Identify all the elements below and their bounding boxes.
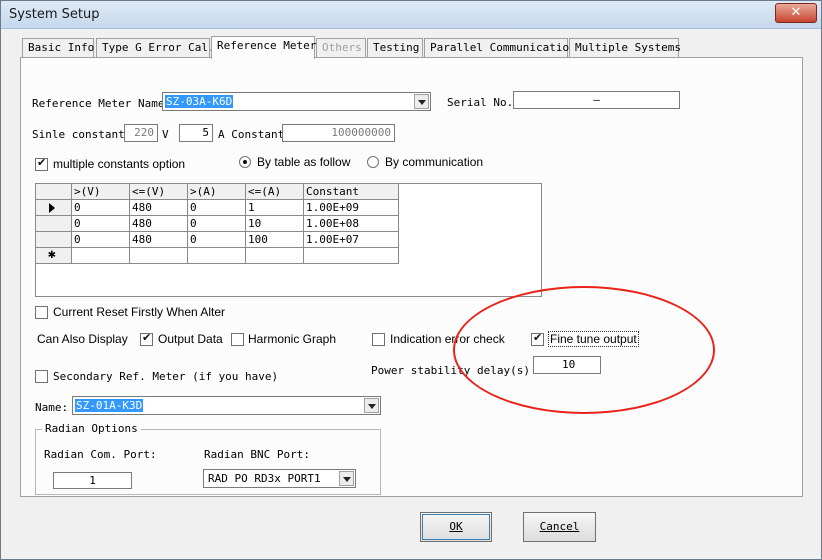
red-annotation-ellipse bbox=[453, 286, 715, 414]
cancel-button-label: Cancel bbox=[539, 520, 580, 533]
table-cell[interactable]: 1 bbox=[246, 200, 304, 216]
tab-type-g-error-cal[interactable]: Type G Error Cal. bbox=[96, 38, 215, 58]
ok-button[interactable]: OK bbox=[420, 512, 492, 542]
table-cell[interactable]: 1.00E+07 bbox=[304, 232, 399, 248]
table-cell[interactable]: 0 bbox=[188, 200, 246, 216]
radian-com-port-label: Radian Com. Port: bbox=[44, 448, 157, 461]
table-cell[interactable]: 0 bbox=[72, 216, 130, 232]
voltage-field[interactable]: 220 bbox=[124, 124, 158, 142]
column-header[interactable]: Constant bbox=[304, 184, 399, 200]
reference-meter-panel: Reference Meter Name SZ-03A-K6D Serial N… bbox=[20, 57, 803, 497]
table-cell[interactable]: 480 bbox=[130, 216, 188, 232]
multiple-constants-checkbox[interactable] bbox=[35, 156, 48, 171]
table-cell[interactable]: 0 bbox=[188, 232, 246, 248]
column-header[interactable]: <=(A) bbox=[246, 184, 304, 200]
close-button[interactable]: ✕ bbox=[775, 3, 817, 23]
a-constant-label: A Constant bbox=[218, 128, 285, 141]
cancel-button[interactable]: Cancel bbox=[523, 512, 596, 542]
radian-bnc-port-select[interactable]: RAD PO RD3x PORT1 bbox=[203, 469, 356, 488]
serial-no-field[interactable]: — bbox=[513, 91, 680, 109]
ref-meter-name-value: SZ-03A-K6D bbox=[165, 95, 234, 108]
secondary-ref-meter-label: Secondary Ref. Meter (if you have) bbox=[53, 370, 279, 383]
chevron-down-icon[interactable] bbox=[339, 471, 354, 486]
table-corner bbox=[36, 184, 72, 200]
current-field[interactable]: 5 bbox=[179, 124, 213, 142]
output-data-checkbox[interactable] bbox=[140, 331, 153, 346]
can-also-display-label: Can Also Display bbox=[37, 332, 128, 346]
row-pointer-icon bbox=[49, 203, 55, 213]
row-selector[interactable] bbox=[36, 216, 72, 232]
new-row-selector[interactable]: ✱ bbox=[36, 248, 72, 264]
chevron-down-icon[interactable] bbox=[364, 398, 379, 413]
secondary-name-value: SZ-01A-K3D bbox=[75, 399, 144, 412]
tab-multiple-systems[interactable]: Multiple Systems bbox=[569, 38, 681, 58]
table-cell[interactable]: 0 bbox=[188, 216, 246, 232]
tab-testing[interactable]: Testing bbox=[367, 38, 423, 58]
table-cell[interactable]: 480 bbox=[130, 200, 188, 216]
power-stability-field[interactable]: 10 bbox=[533, 356, 601, 374]
multiple-constants-label: multiple constants option bbox=[53, 157, 186, 171]
secondary-ref-meter-checkbox[interactable] bbox=[35, 370, 48, 383]
a-constant-field[interactable]: 100000000 bbox=[282, 124, 395, 142]
radian-options-title: Radian Options bbox=[42, 422, 141, 435]
indication-error-label: Indication error check bbox=[390, 332, 505, 346]
table-cell[interactable]: 0 bbox=[72, 200, 130, 216]
table-cell[interactable]: 10 bbox=[246, 216, 304, 232]
voltage-unit-label: V bbox=[162, 128, 169, 141]
tab-parallel-communication[interactable]: Parallel Communication bbox=[424, 38, 576, 58]
column-header[interactable]: <=(V) bbox=[130, 184, 188, 200]
serial-no-label: Serial No. bbox=[447, 96, 514, 109]
table-cell[interactable]: 1.00E+09 bbox=[304, 200, 399, 216]
radian-options-group: Radian Options Radian Com. Port: 1 Radia… bbox=[35, 422, 381, 495]
radian-bnc-port-label: Radian BNC Port: bbox=[204, 448, 310, 461]
current-reset-checkbox[interactable] bbox=[35, 306, 48, 319]
title-bar[interactable]: System Setup ✕ bbox=[1, 1, 821, 29]
radian-bnc-port-value: RAD PO RD3x PORT1 bbox=[208, 472, 321, 485]
current-reset-label: Current Reset Firstly When Alter bbox=[53, 305, 226, 319]
window-title: System Setup bbox=[9, 7, 100, 22]
table-cell[interactable] bbox=[246, 248, 304, 264]
secondary-name-label: Name: bbox=[35, 401, 69, 414]
system-setup-window: System Setup ✕ Basic Info Type G Error C… bbox=[0, 0, 822, 560]
table-cell[interactable]: 100 bbox=[246, 232, 304, 248]
secondary-name-select[interactable]: SZ-01A-K3D bbox=[72, 396, 381, 415]
indication-error-checkbox[interactable] bbox=[372, 333, 385, 346]
new-row-icon: ✱ bbox=[48, 248, 56, 262]
ok-button-label: OK bbox=[449, 520, 463, 533]
by-communication-radio[interactable] bbox=[367, 156, 379, 168]
tab-basic-info[interactable]: Basic Info bbox=[22, 38, 94, 58]
power-stability-label: Power stability delay(s) bbox=[371, 364, 530, 377]
row-selector[interactable] bbox=[36, 200, 72, 216]
chevron-down-icon[interactable] bbox=[414, 94, 429, 109]
sinle-constant-label: Sinle constant bbox=[32, 128, 125, 141]
harmonic-graph-label: Harmonic Graph bbox=[248, 332, 337, 346]
table-cell[interactable] bbox=[72, 248, 130, 264]
tab-others: Others bbox=[316, 38, 366, 58]
row-selector[interactable] bbox=[36, 232, 72, 248]
ref-meter-name-select[interactable]: SZ-03A-K6D bbox=[162, 92, 431, 111]
table-cell[interactable] bbox=[130, 248, 188, 264]
column-header[interactable]: >(V) bbox=[72, 184, 130, 200]
constants-table[interactable]: >(V) <=(V) >(A) <=(A) Constant 0 480 0 1… bbox=[35, 183, 542, 297]
radian-com-port-field[interactable]: 1 bbox=[53, 472, 132, 489]
table-cell[interactable] bbox=[188, 248, 246, 264]
table-cell[interactable]: 0 bbox=[72, 232, 130, 248]
table-cell[interactable]: 480 bbox=[130, 232, 188, 248]
table-cell[interactable]: 1.00E+08 bbox=[304, 216, 399, 232]
output-data-label: Output Data bbox=[158, 332, 223, 346]
fine-tune-output-checkbox[interactable] bbox=[531, 331, 544, 346]
tab-reference-meter[interactable]: Reference Meter bbox=[211, 36, 316, 59]
harmonic-graph-checkbox[interactable] bbox=[231, 333, 244, 346]
table-cell[interactable] bbox=[304, 248, 399, 264]
by-communication-label: By communication bbox=[385, 155, 484, 169]
ref-meter-name-label: Reference Meter Name bbox=[32, 97, 165, 110]
by-table-radio[interactable] bbox=[239, 156, 251, 168]
by-table-label: By table as follow bbox=[257, 155, 351, 169]
fine-tune-output-label: Fine tune output bbox=[548, 331, 639, 347]
close-icon[interactable]: ✕ bbox=[791, 5, 802, 20]
column-header[interactable]: >(A) bbox=[188, 184, 246, 200]
